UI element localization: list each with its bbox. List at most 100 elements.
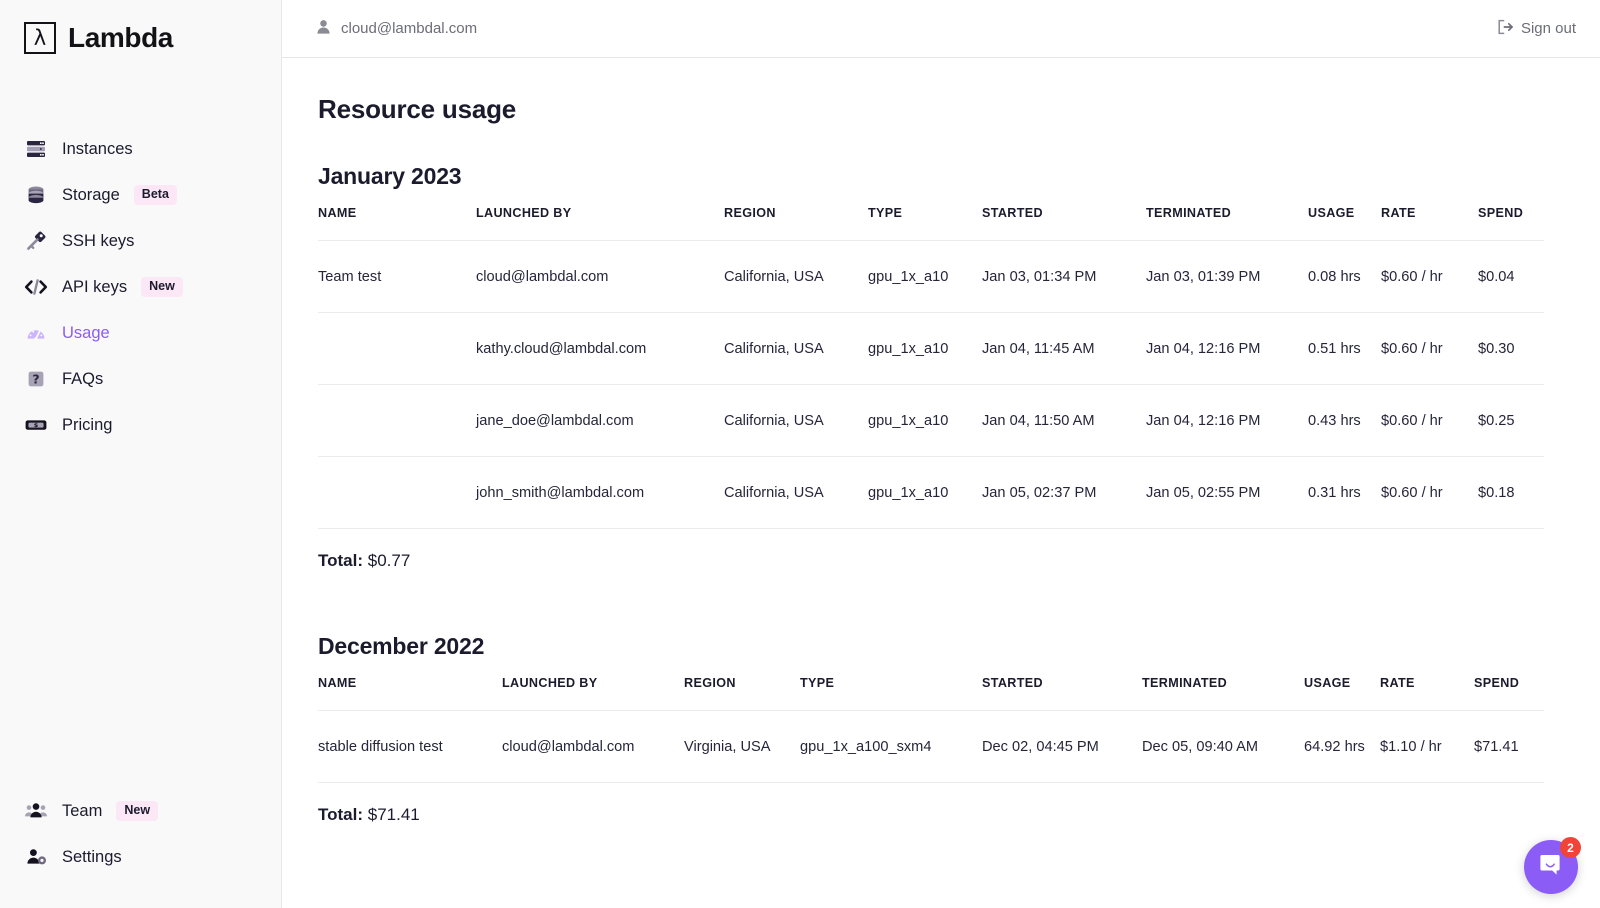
table-header: NAME LAUNCHED BY REGION TYPE STARTED TER…: [318, 676, 1544, 711]
sidebar-item-instances[interactable]: Instances: [0, 126, 281, 172]
table-row: john_smith@lambdal.com California, USA g…: [318, 456, 1544, 529]
sidebar-item-label: Instances: [62, 139, 133, 158]
column-header-terminated: TERMINATED: [1146, 206, 1232, 220]
cell-spend: $0.04: [1478, 240, 1544, 313]
table-header-row: NAME LAUNCHED BY REGION TYPE STARTED TER…: [318, 676, 1544, 711]
cell-type: gpu_1x_a10: [868, 456, 982, 529]
cell-launched-by: jane_doe@lambdal.com: [476, 384, 724, 457]
brand-logo[interactable]: λ Lambda: [0, 0, 281, 60]
cell-rate: $0.60 / hr: [1381, 456, 1478, 529]
cell-spend: $0.25: [1478, 384, 1544, 457]
people-icon: [24, 799, 48, 823]
topbar: cloud@lambdal.com Sign out: [282, 0, 1600, 58]
cell-spend: $71.41: [1474, 710, 1544, 783]
table-body: stable diffusion test cloud@lambdal.com …: [318, 710, 1544, 783]
usage-table-january: NAME LAUNCHED BY REGION TYPE STARTED TER…: [318, 206, 1544, 529]
column-header-type: TYPE: [868, 206, 903, 220]
cell-started: Dec 02, 04:45 PM: [982, 710, 1142, 783]
cell-terminated: Dec 05, 09:40 AM: [1142, 710, 1304, 783]
database-icon: [24, 183, 48, 207]
sign-out-button[interactable]: Sign out: [1497, 19, 1576, 39]
cell-usage: 64.92 hrs: [1304, 710, 1380, 783]
cell-name: [318, 456, 476, 529]
cell-started: Jan 04, 11:45 AM: [982, 312, 1146, 385]
cell-terminated: Jan 03, 01:39 PM: [1146, 240, 1308, 313]
cell-started: Jan 04, 11:50 AM: [982, 384, 1146, 457]
sidebar-item-label: Settings: [62, 847, 122, 866]
column-header-region: REGION: [684, 676, 736, 690]
cell-terminated: Jan 04, 12:16 PM: [1146, 384, 1308, 457]
account-email: cloud@lambdal.com: [341, 20, 478, 37]
sidebar-item-label: FAQs: [62, 369, 104, 388]
total-label: Total:: [318, 551, 364, 570]
cell-type: gpu_1x_a10: [868, 384, 982, 457]
column-header-spend: SPEND: [1474, 676, 1520, 690]
section-total-january: Total: $0.77: [318, 551, 1564, 571]
sidebar-item-ssh-keys[interactable]: SSH keys: [0, 218, 281, 264]
column-header-launched-by: LAUNCHED BY: [502, 676, 598, 690]
sidebar-item-storage[interactable]: Storage Beta: [0, 172, 281, 218]
cell-rate: $0.60 / hr: [1381, 312, 1478, 385]
column-header-spend: SPEND: [1478, 206, 1524, 220]
total-value: $71.41: [367, 805, 420, 824]
gauge-icon: [24, 321, 48, 345]
table-row: Team test cloud@lambdal.com California, …: [318, 240, 1544, 313]
cell-terminated: Jan 04, 12:16 PM: [1146, 312, 1308, 385]
cell-region: California, USA: [724, 384, 868, 457]
cell-rate: $0.60 / hr: [1381, 384, 1478, 457]
svg-text:?: ?: [32, 372, 39, 387]
sidebar-item-team[interactable]: Team New: [0, 788, 281, 834]
sidebar-item-settings[interactable]: Settings: [0, 834, 281, 880]
cell-spend: $0.30: [1478, 312, 1544, 385]
user-gear-icon: [24, 845, 48, 869]
sidebar-item-pricing[interactable]: $ Pricing: [0, 402, 281, 448]
status-badge: New: [141, 277, 183, 297]
sidebar-item-faqs[interactable]: ? FAQs: [0, 356, 281, 402]
primary-nav: Instances Storage Beta SSH keys API keys…: [0, 126, 281, 448]
sidebar-item-usage[interactable]: Usage: [0, 310, 281, 356]
chat-launcher-button[interactable]: 2: [1524, 837, 1581, 894]
sidebar-item-api-keys[interactable]: API keys New: [0, 264, 281, 310]
cell-name: Team test: [318, 240, 476, 313]
app-root: λ Lambda Instances Storage Beta SSH keys…: [0, 0, 1600, 908]
table-body: Team test cloud@lambdal.com California, …: [318, 240, 1544, 529]
account-info: cloud@lambdal.com: [316, 19, 477, 39]
chat-bubble-icon: [1538, 851, 1565, 883]
column-header-usage: USAGE: [1308, 206, 1355, 220]
cell-region: Virginia, USA: [684, 710, 800, 783]
sidebar: λ Lambda Instances Storage Beta SSH keys…: [0, 0, 282, 908]
sidebar-item-label: API keys: [62, 277, 128, 296]
column-header-type: TYPE: [800, 676, 835, 690]
cell-usage: 0.08 hrs: [1308, 240, 1381, 313]
cell-launched-by: cloud@lambdal.com: [502, 710, 684, 783]
table-row: kathy.cloud@lambdal.com California, USA …: [318, 312, 1544, 385]
cell-name: stable diffusion test: [318, 710, 502, 783]
column-header-usage: USAGE: [1304, 676, 1351, 690]
secondary-nav: Team New Settings: [0, 788, 281, 908]
cell-launched-by: kathy.cloud@lambdal.com: [476, 312, 724, 385]
chat-unread-badge: 2: [1560, 837, 1581, 858]
section-title-january: January 2023: [318, 163, 462, 189]
cell-usage: 0.43 hrs: [1308, 384, 1381, 457]
main-panel: cloud@lambdal.com Sign out Resource usag…: [282, 0, 1600, 908]
cell-rate: $1.10 / hr: [1380, 710, 1474, 783]
usage-content: Resource usage January 2023 NAME LAUNCHE…: [282, 58, 1600, 825]
table-row: stable diffusion test cloud@lambdal.com …: [318, 710, 1544, 783]
cell-started: Jan 03, 01:34 PM: [982, 240, 1146, 313]
column-header-name: NAME: [318, 676, 357, 690]
column-header-started: STARTED: [982, 206, 1043, 220]
cell-started: Jan 05, 02:37 PM: [982, 456, 1146, 529]
column-header-terminated: TERMINATED: [1142, 676, 1228, 690]
cell-usage: 0.51 hrs: [1308, 312, 1381, 385]
total-value: $0.77: [367, 551, 411, 570]
sign-out-label: Sign out: [1520, 20, 1576, 37]
cell-region: California, USA: [724, 456, 868, 529]
status-badge: Beta: [133, 185, 177, 205]
cell-terminated: Jan 05, 02:55 PM: [1146, 456, 1308, 529]
cell-region: California, USA: [724, 240, 868, 313]
section-title-december: December 2022: [318, 633, 485, 659]
cell-usage: 0.31 hrs: [1308, 456, 1381, 529]
column-header-started: STARTED: [982, 676, 1043, 690]
banknote-icon: $: [24, 413, 48, 437]
